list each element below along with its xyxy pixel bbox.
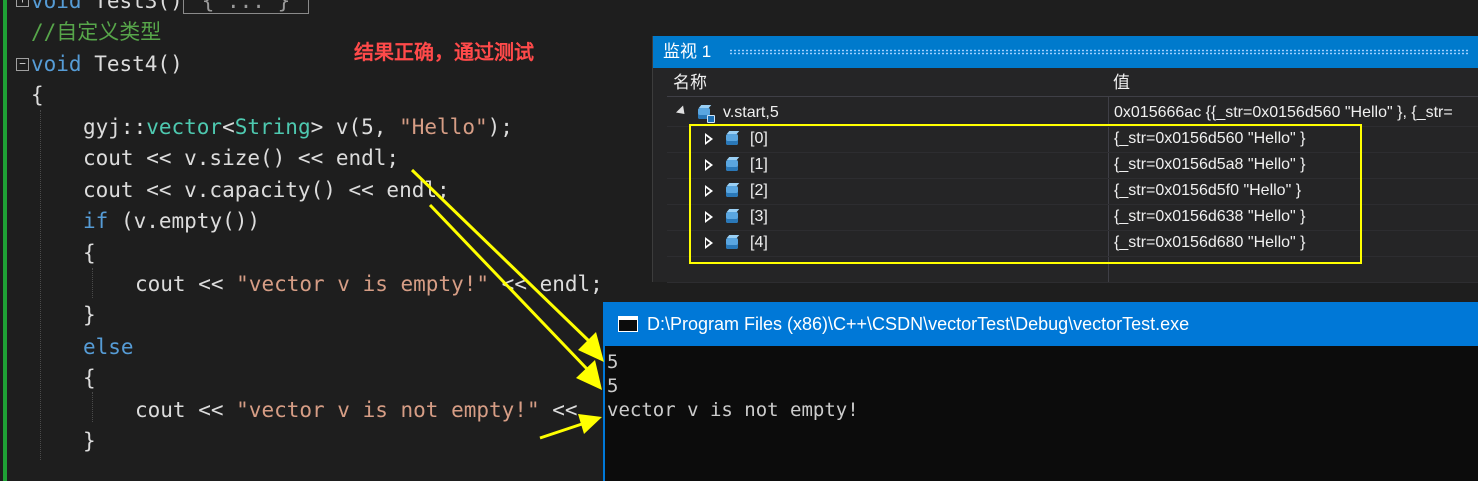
column-header-name[interactable]: 名称 [673,70,707,96]
console-window[interactable]: D:\Program Files (x86)\C++\CSDN\vectorTe… [603,302,1478,481]
code-line: cout << "vector v is not empty!" << [135,395,578,426]
change-indicator-bar [3,0,7,481]
code-text: Test4() [81,52,183,76]
code-text: < [222,115,235,139]
indent-guide [92,392,94,422]
expanded-icon[interactable] [675,105,689,118]
code-text: Test3() [81,0,183,13]
code-line: void Test4() [31,49,183,80]
code-line: void Test3(){ ... } [31,0,310,17]
code-line: } [83,303,96,327]
type-name: String [234,115,311,139]
watch-title: 监视 1 [663,42,712,61]
keyword: void [31,52,82,76]
code-text: << endl; [489,272,603,296]
code-line: { [31,83,44,107]
string-literal: "vector v is empty!" [236,272,490,296]
code-line: cout << v.size() << endl; [83,146,400,170]
keyword: if [83,209,109,233]
code-line: { [83,366,96,390]
keyword: else [83,335,134,359]
annotation-text: 结果正确，通过测试 [354,42,534,64]
pointer-badge-icon [707,115,715,123]
type-name: vector [146,115,223,139]
code-text: cout << [135,272,237,296]
code-text: cout << [135,398,237,422]
console-app-icon [618,316,638,332]
code-line: gyj::vector<String> v(5, "Hello"); [83,112,513,143]
code-line: cout << "vector v is empty!" << endl; [135,269,603,300]
watch-title-bar[interactable]: 监视 1 [653,36,1478,68]
console-output-line: 5 [607,351,619,373]
watch-item-value: 0x015666ac {{_str=0x0156d560 "Hello" }, … [1114,104,1453,121]
drag-grip[interactable] [729,49,1469,55]
collapse-icon[interactable]: − [16,58,29,71]
console-output-line: vector v is not empty! [607,399,859,421]
string-literal: "Hello" [399,115,488,139]
console-output-line: 5 [607,375,619,397]
watch-column-header: 名称 值 [667,70,1478,97]
highlight-box [689,124,1362,264]
indent-guide [40,110,42,460]
code-comment: //自定义类型 [31,20,162,44]
code-line: if (v.empty()) [83,206,260,237]
column-header-value[interactable]: 值 [1113,70,1130,96]
code-line: { [83,241,96,265]
code-text: > v(5, [310,115,400,139]
indent-guide [92,268,94,298]
code-text: (v.empty()) [108,209,261,233]
string-literal: "vector v is not empty!" [236,398,540,422]
console-title: D:\Program Files (x86)\C++\CSDN\vectorTe… [647,314,1190,334]
collapsed-block[interactable]: { ... } [182,0,310,14]
code-text: ); [487,115,513,139]
watch-item-name: v.start,5 [723,104,779,121]
watch-row-root[interactable]: v.start,5 0x015666ac {{_str=0x0156d560 "… [667,100,1478,127]
console-title-bar[interactable]: D:\Program Files (x86)\C++\CSDN\vectorTe… [605,302,1478,346]
code-text: << [539,398,578,422]
expand-icon[interactable]: + [16,0,29,7]
keyword: void [31,0,82,13]
code-line: } [83,429,96,453]
code-text: gyj:: [83,115,147,139]
code-line: cout << v.capacity() << endl; [83,178,450,202]
